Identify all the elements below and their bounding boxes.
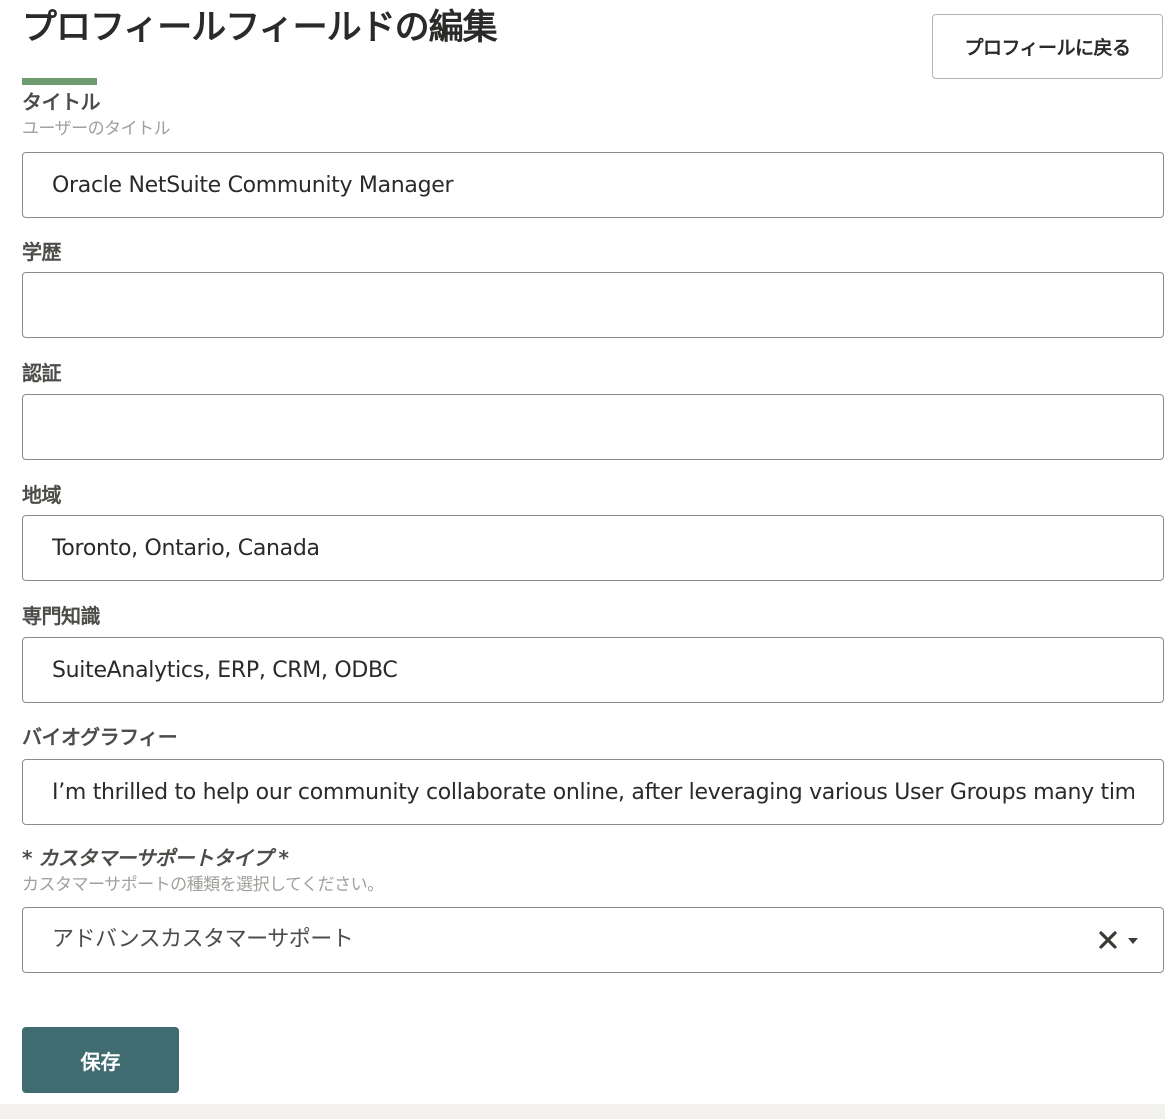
education-input-container: [22, 272, 1164, 338]
support-type-label: * カスタマーサポートタイプ *: [22, 846, 289, 870]
page-bottom-border: [0, 1104, 1165, 1119]
education-field-group: 学歴: [22, 239, 1164, 265]
save-button[interactable]: 保存: [22, 1027, 179, 1093]
certification-input-container: [22, 394, 1164, 460]
region-input[interactable]: [23, 516, 1163, 580]
page-title: プロフィールフィールドの編集: [22, 8, 498, 48]
education-input[interactable]: [23, 273, 1163, 337]
certification-input[interactable]: [23, 395, 1163, 459]
title-help-text: ユーザーのタイトル: [22, 119, 171, 139]
support-type-selected-value: アドバンスカスタマーサポート: [52, 927, 354, 952]
support-type-help-text: カスタマーサポートの種類を選択してください。: [22, 875, 384, 895]
title-label: タイトル: [22, 90, 101, 114]
certification-field-group: 認証: [22, 360, 1164, 386]
support-type-field-group: * カスタマーサポートタイプ * カスタマーサポートの種類を選択してください。: [22, 845, 1164, 896]
region-field-group: 地域: [22, 482, 1164, 508]
back-to-profile-button[interactable]: プロフィールに戻る: [932, 14, 1163, 79]
biography-field-group: バイオグラフィー: [22, 724, 1164, 750]
expertise-label: 専門知識: [22, 604, 101, 628]
title-accent-bar: [22, 78, 97, 85]
biography-input-container: [22, 759, 1164, 825]
title-input-container: [22, 152, 1164, 218]
expertise-input[interactable]: [23, 638, 1163, 702]
biography-input[interactable]: [23, 760, 1163, 824]
certification-label: 認証: [22, 361, 62, 385]
title-input[interactable]: [23, 153, 1163, 217]
expertise-input-container: [22, 637, 1164, 703]
region-input-container: [22, 515, 1164, 581]
region-label: 地域: [22, 483, 62, 507]
biography-label: バイオグラフィー: [22, 725, 178, 749]
chevron-down-icon[interactable]: [1124, 927, 1142, 953]
expertise-field-group: 専門知識: [22, 603, 1164, 629]
title-field-group: タイトル ユーザーのタイトル: [22, 89, 1164, 140]
close-icon[interactable]: [1096, 927, 1120, 953]
education-label: 学歴: [22, 240, 62, 264]
support-type-select[interactable]: アドバンスカスタマーサポート: [22, 907, 1164, 973]
